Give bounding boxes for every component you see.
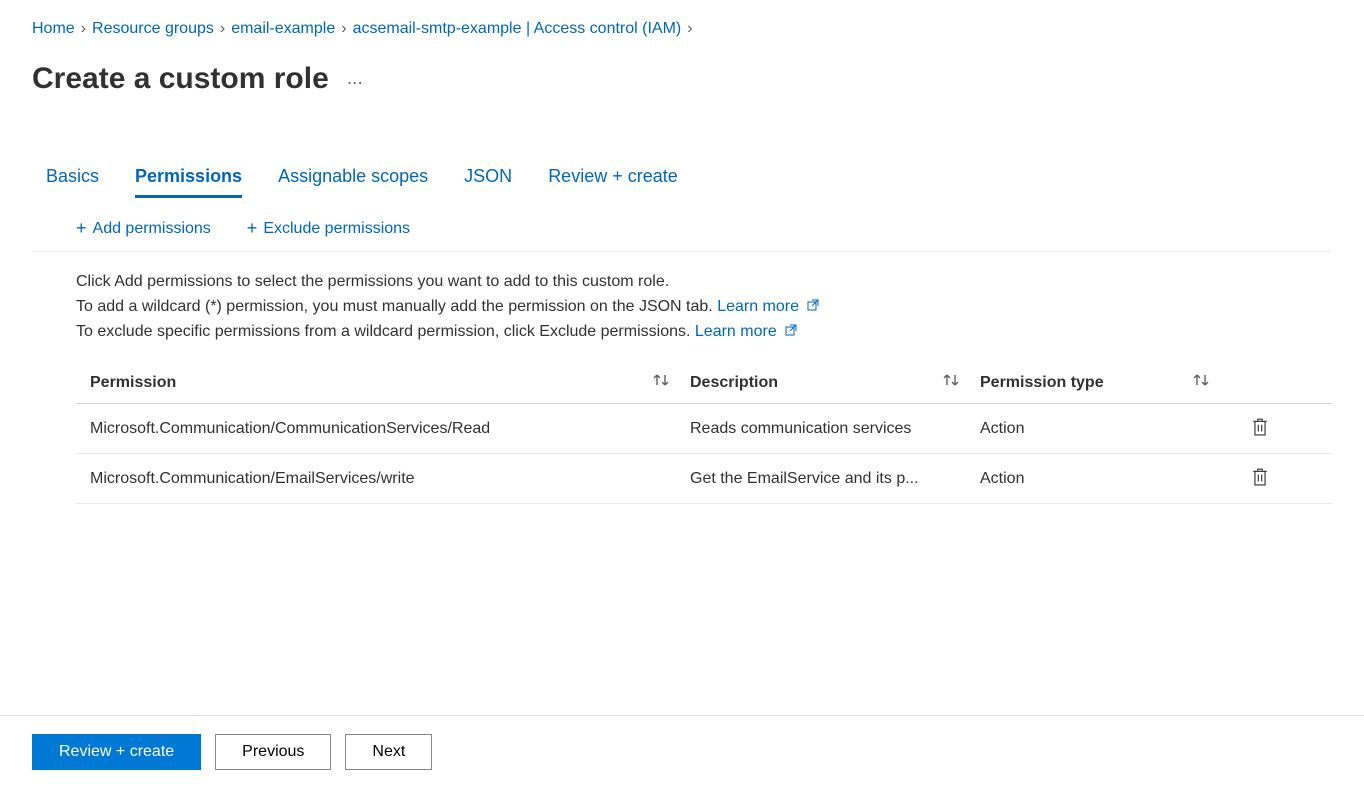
- intro-text: Click Add permissions to select the perm…: [32, 270, 1332, 344]
- tab-review-create[interactable]: Review + create: [548, 166, 678, 198]
- tab-basics[interactable]: Basics: [46, 166, 99, 198]
- delete-row-button[interactable]: [1250, 416, 1270, 441]
- plus-icon: +: [247, 218, 258, 239]
- exclude-permissions-label: Exclude permissions: [263, 220, 410, 238]
- chevron-right-icon: ›: [81, 20, 86, 38]
- cell-description: Reads communication services: [690, 420, 980, 438]
- sort-permission-type-icon[interactable]: [1192, 372, 1210, 393]
- table-row: Microsoft.Communication/CommunicationSer…: [76, 404, 1332, 454]
- footer: Review + create Previous Next: [0, 715, 1364, 788]
- col-permission-header: Permission: [90, 374, 176, 392]
- breadcrumb-home[interactable]: Home: [32, 20, 75, 38]
- tab-assignable-scopes[interactable]: Assignable scopes: [278, 166, 428, 198]
- cell-permission-type: Action: [980, 420, 1230, 438]
- chevron-right-icon: ›: [220, 20, 225, 38]
- previous-button[interactable]: Previous: [215, 734, 331, 770]
- chevron-right-icon: ›: [341, 20, 346, 38]
- action-bar: + Add permissions + Exclude permissions: [32, 218, 1332, 252]
- tab-permissions[interactable]: Permissions: [135, 166, 242, 198]
- intro-line-2: To add a wildcard (*) permission, you mu…: [76, 298, 717, 315]
- more-actions-icon[interactable]: ⋯: [347, 73, 363, 93]
- cell-permission: Microsoft.Communication/EmailServices/wr…: [90, 470, 690, 488]
- breadcrumb-email-example[interactable]: email-example: [231, 20, 335, 38]
- review-create-button[interactable]: Review + create: [32, 734, 201, 770]
- learn-more-exclude-link[interactable]: Learn more: [695, 323, 797, 340]
- breadcrumb-iam[interactable]: acsemail-smtp-example | Access control (…: [353, 20, 682, 38]
- tab-bar: Basics Permissions Assignable scopes JSO…: [32, 166, 1332, 198]
- sort-permission-icon[interactable]: [652, 372, 670, 393]
- learn-more-label: Learn more: [717, 298, 799, 315]
- breadcrumb-resource-groups[interactable]: Resource groups: [92, 20, 214, 38]
- cell-permission: Microsoft.Communication/CommunicationSer…: [90, 420, 690, 438]
- learn-more-wildcard-link[interactable]: Learn more: [717, 298, 819, 315]
- plus-icon: +: [76, 218, 87, 239]
- page-title: Create a custom role: [32, 62, 329, 96]
- external-link-icon: [807, 295, 819, 320]
- tab-json[interactable]: JSON: [464, 166, 512, 198]
- chevron-right-icon: ›: [687, 20, 692, 38]
- cell-description: Get the EmailService and its p...: [690, 470, 980, 488]
- intro-line-1: Click Add permissions to select the perm…: [76, 270, 1332, 295]
- cell-permission-type: Action: [980, 470, 1230, 488]
- intro-line-3: To exclude specific permissions from a w…: [76, 323, 695, 340]
- external-link-icon: [785, 320, 797, 345]
- col-description-header: Description: [690, 374, 778, 392]
- add-permissions-button[interactable]: + Add permissions: [76, 218, 211, 239]
- learn-more-label: Learn more: [695, 323, 777, 340]
- next-button[interactable]: Next: [345, 734, 432, 770]
- exclude-permissions-button[interactable]: + Exclude permissions: [247, 218, 410, 239]
- delete-row-button[interactable]: [1250, 466, 1270, 491]
- add-permissions-label: Add permissions: [93, 220, 211, 238]
- breadcrumb: Home › Resource groups › email-example ›…: [32, 20, 1332, 38]
- permissions-table: Permission Description Permission type: [32, 364, 1332, 504]
- trash-icon: [1252, 468, 1268, 486]
- table-header: Permission Description Permission type: [76, 364, 1332, 404]
- col-permission-type-header: Permission type: [980, 374, 1104, 392]
- table-row: Microsoft.Communication/EmailServices/wr…: [76, 454, 1332, 504]
- trash-icon: [1252, 418, 1268, 436]
- sort-description-icon[interactable]: [942, 372, 960, 393]
